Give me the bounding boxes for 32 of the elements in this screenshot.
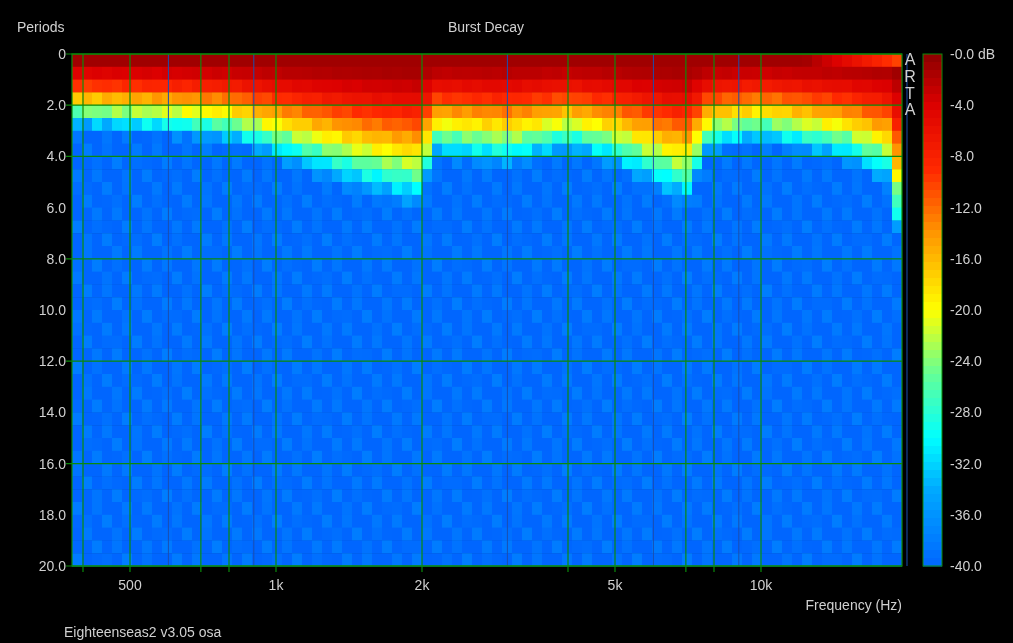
color-scale-label: -16.0: [950, 250, 982, 267]
x-tick-label: 2k: [414, 577, 430, 593]
x-tick-label: 5k: [607, 577, 623, 593]
color-scale-label: -32.0: [950, 455, 982, 472]
y-tick-label: 12.0: [38, 353, 66, 370]
color-scale-label: -28.0: [950, 404, 982, 421]
footer-text: Eighteenseas2 v3.05 osa: [64, 624, 222, 640]
color-scale-label: -8.0: [950, 148, 975, 165]
color-scale-label: -40.0: [950, 558, 982, 574]
x-tick-label: 10k: [749, 577, 773, 593]
color-scale-label: -0.0 dB: [950, 46, 996, 62]
y-tick-label: 18.0: [38, 506, 66, 523]
x-tick-label: 1k: [268, 577, 284, 593]
color-scale-label: -24.0: [950, 353, 982, 370]
color-scale-label: -36.0: [950, 506, 982, 523]
y-axis-label: Periods: [17, 19, 65, 35]
y-tick-label: 4.0: [46, 148, 66, 165]
color-scale-label: -12.0: [950, 199, 982, 216]
x-axis-label: Frequency (Hz): [805, 597, 902, 613]
y-tick-label: 6.0: [46, 199, 66, 216]
y-tick-label: 0: [58, 46, 66, 62]
y-tick-label: 2.0: [46, 97, 66, 114]
color-scale-label: -4.0: [950, 97, 975, 114]
y-tick-label: 8.0: [46, 250, 66, 267]
y-tick-label: 10.0: [38, 302, 66, 318]
chart-title: Burst Decay: [447, 19, 525, 35]
x-tick-label: 500: [118, 577, 142, 593]
y-tick-label: 20.0: [38, 558, 66, 574]
logo-text: ARTA: [903, 52, 917, 120]
y-tick-label: 16.0: [38, 455, 66, 472]
y-tick-label: 14.0: [38, 404, 66, 421]
color-scale-label: -20.0: [950, 302, 982, 318]
